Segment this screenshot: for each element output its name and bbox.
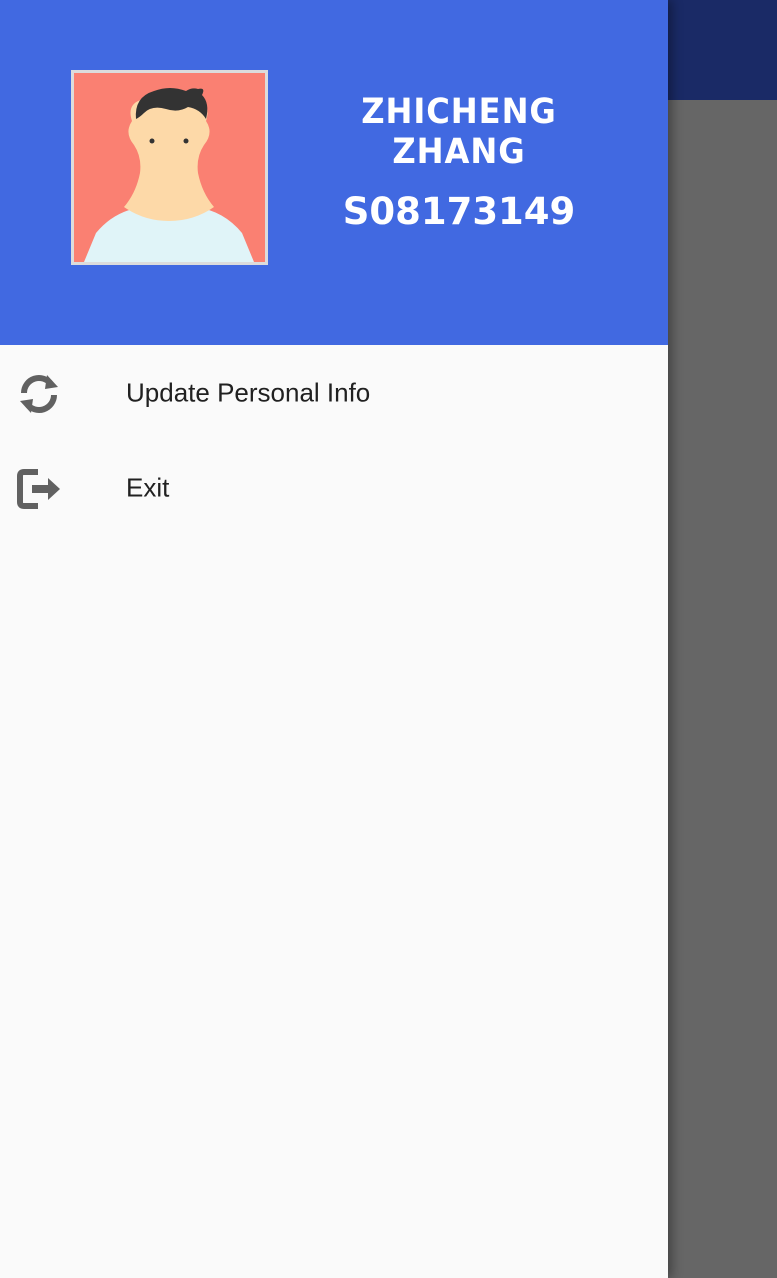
background-app-bar xyxy=(668,0,777,100)
menu-item-update-personal-info[interactable]: Update Personal Info xyxy=(0,345,668,440)
drawer-scrim[interactable] xyxy=(668,100,777,1278)
drawer-menu: Update Personal Info Exit xyxy=(0,345,668,535)
navigation-drawer: Zhicheng Zhang S08173149 Update Personal… xyxy=(0,0,668,1278)
menu-item-label: Update Personal Info xyxy=(126,377,371,408)
exit-icon xyxy=(14,464,64,514)
user-id: S08173149 xyxy=(342,190,576,233)
sync-icon xyxy=(14,369,64,419)
menu-item-label: Exit xyxy=(126,472,170,503)
user-name: Zhicheng Zhang xyxy=(361,92,557,172)
menu-item-exit[interactable]: Exit xyxy=(0,440,668,535)
drawer-header: Zhicheng Zhang S08173149 xyxy=(0,0,668,345)
user-avatar-icon xyxy=(71,70,268,265)
